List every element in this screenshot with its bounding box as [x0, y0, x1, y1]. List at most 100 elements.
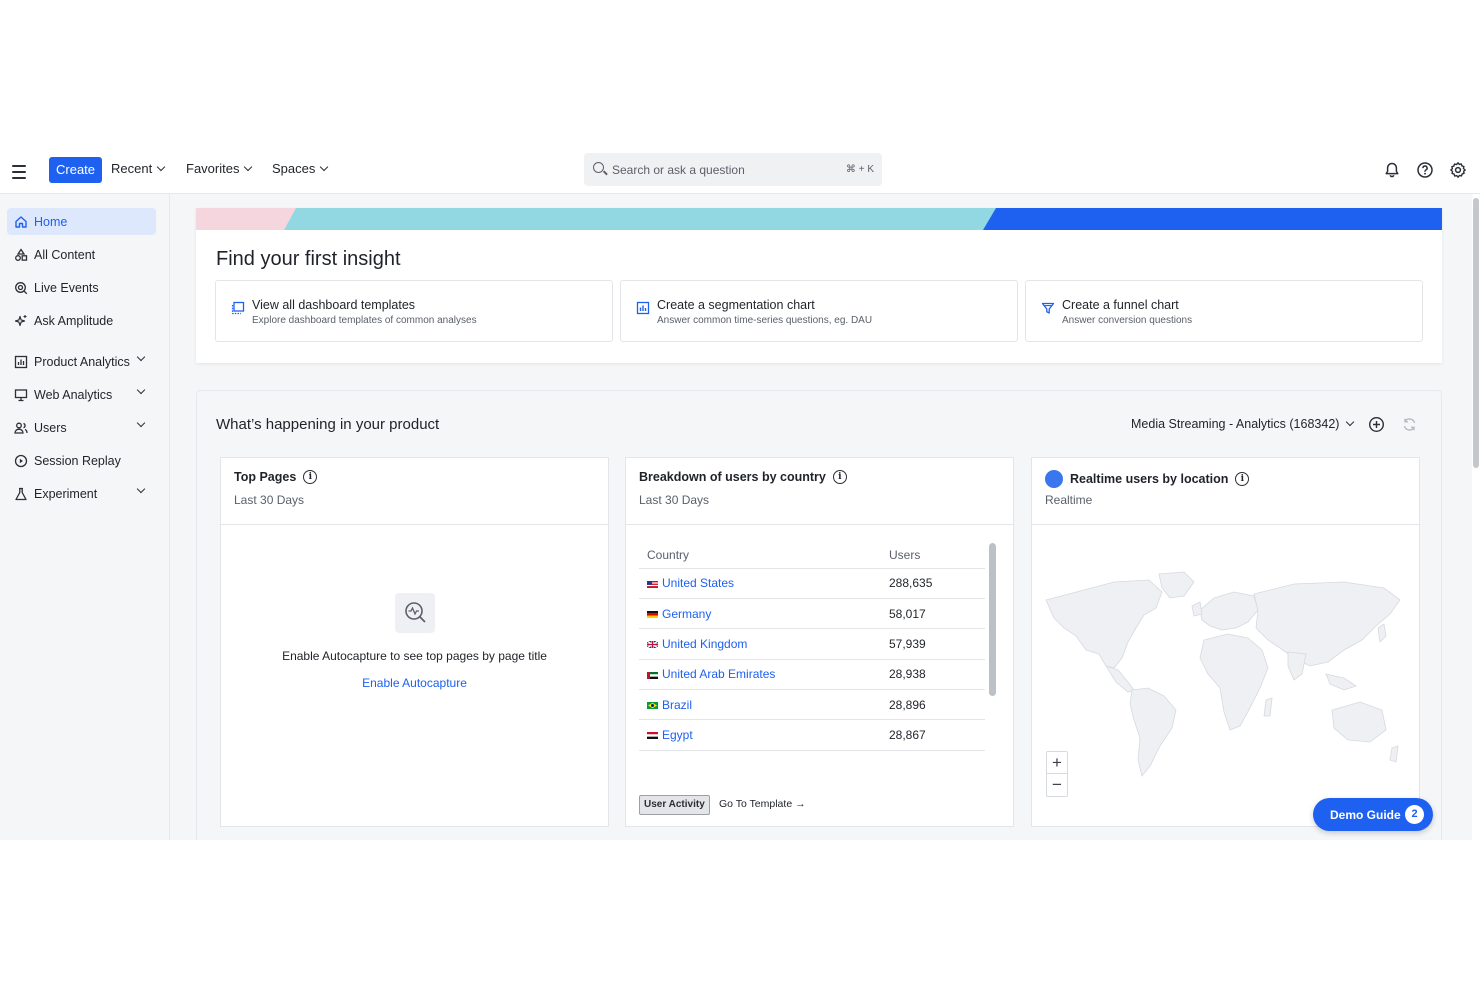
sidebar-item-label: Web Analytics	[34, 387, 113, 402]
widget-header: Realtime users by location i Realtime	[1032, 458, 1419, 525]
users-cell: 58,017	[881, 598, 985, 630]
sidebar-item-live-events[interactable]: Live Events	[7, 274, 156, 301]
sidebar-item-session-replay[interactable]: Session Replay	[7, 447, 156, 474]
funnel-chart-card[interactable]: Create a funnel chart Answer conversion …	[1025, 280, 1423, 342]
country-cell[interactable]: United States	[639, 568, 881, 599]
spaces-menu-label: Spaces	[272, 161, 316, 176]
sidebar-item-label: Experiment	[34, 486, 98, 501]
recent-menu[interactable]: Recent	[111, 161, 166, 176]
country-cell[interactable]: United Kingdom	[639, 628, 881, 660]
card-title: Create a segmentation chart	[657, 298, 815, 312]
spaces-menu[interactable]: Spaces	[272, 161, 329, 176]
sidebar-item-all-content[interactable]: All Content	[7, 241, 156, 268]
top-bar: Create Recent Favorites Spaces Search or…	[0, 152, 1480, 194]
realtime-location-widget: Realtime users by location i Realtime + …	[1031, 457, 1420, 827]
page-scrollbar[interactable]	[1472, 194, 1480, 840]
home-icon	[13, 214, 28, 229]
users-cell: 28,896	[881, 689, 985, 721]
country-cell[interactable]: Egypt	[639, 719, 881, 751]
flag-us-icon	[647, 580, 658, 588]
sidebar-item-label: Live Events	[34, 280, 99, 295]
chevron-down-icon	[1346, 417, 1355, 427]
widget-title: Breakdown of users by country i	[639, 470, 847, 484]
banner-stripe	[196, 208, 1442, 230]
widget-subtitle: Last 30 Days	[639, 493, 710, 507]
table-header-row: Country Users	[639, 543, 985, 569]
sidebar-item-web-analytics[interactable]: Web Analytics	[7, 381, 156, 408]
country-name: Brazil	[662, 697, 693, 712]
country-cell[interactable]: Brazil	[639, 689, 881, 721]
monitor-icon	[13, 387, 28, 402]
search-input[interactable]: Search or ask a question ⌘ + K	[584, 153, 882, 186]
chevron-down-icon	[136, 418, 146, 428]
sidebar-item-label: Product Analytics	[34, 354, 130, 369]
bell-icon[interactable]	[1383, 161, 1401, 179]
chevron-down-icon	[136, 484, 146, 494]
top-pages-widget: Top Pages i Last 30 Days Enable Autocapt…	[220, 457, 609, 827]
sidebar-item-label: Ask Amplitude	[34, 313, 114, 328]
sidebar-item-label: Users	[34, 420, 67, 435]
enable-autocapture-link[interactable]: Enable Autocapture	[221, 676, 608, 690]
menu-icon[interactable]	[12, 162, 32, 182]
table-row: United States 288,635	[639, 568, 985, 599]
table-row: Germany 58,017	[639, 598, 985, 630]
sidebar-item-experiment[interactable]: Experiment	[7, 480, 156, 507]
world-map[interactable]	[1044, 570, 1404, 785]
sparkle-icon	[13, 313, 28, 328]
country-cell[interactable]: Germany	[639, 598, 881, 630]
favorites-menu-label: Favorites	[186, 161, 240, 176]
sidebar-item-ask-amplitude[interactable]: Ask Amplitude	[7, 307, 156, 334]
segmentation-chart-card[interactable]: Create a segmentation chart Answer commo…	[620, 280, 1018, 342]
table-scrollbar[interactable]	[989, 543, 996, 696]
go-to-template-link[interactable]: Go To Template →	[719, 798, 806, 810]
chevron-down-icon	[156, 162, 166, 171]
dashboard-templates-card[interactable]: View all dashboard templates Explore das…	[215, 280, 613, 342]
refresh-icon[interactable]	[1401, 416, 1418, 433]
play-circle-icon	[13, 453, 28, 468]
info-icon[interactable]: i	[1235, 472, 1250, 486]
table-row: Brazil 28,896	[639, 689, 985, 721]
card-subtitle: Answer conversion questions	[1062, 315, 1193, 326]
zoom-out-button[interactable]: −	[1047, 774, 1067, 796]
help-icon[interactable]	[1416, 161, 1434, 179]
widget-subtitle: Realtime	[1045, 493, 1093, 507]
live-indicator-icon	[1045, 470, 1063, 488]
arrow-right-icon: →	[795, 798, 806, 810]
demo-guide-button[interactable]: Demo Guide 2	[1313, 798, 1433, 831]
country-name: Egypt	[662, 728, 693, 743]
card-subtitle: Explore dashboard templates of common an…	[252, 315, 477, 326]
sidebar-item-users[interactable]: Users	[7, 414, 156, 441]
favorites-menu[interactable]: Favorites	[186, 161, 253, 176]
sidebar-item-product-analytics[interactable]: Product Analytics	[7, 348, 156, 375]
page-scrollbar-thumb[interactable]	[1473, 198, 1479, 468]
sidebar-item-label: Session Replay	[34, 453, 121, 468]
app-window: Create Recent Favorites Spaces Search or…	[0, 152, 1480, 840]
card-title: Create a funnel chart	[1062, 298, 1179, 312]
widget-title: Realtime users by location i	[1045, 470, 1250, 488]
users-icon	[13, 420, 28, 435]
shapes-icon	[13, 247, 28, 262]
table-row: United Kingdom 57,939	[639, 628, 985, 660]
info-icon[interactable]: i	[832, 470, 847, 484]
country-name: United Kingdom	[662, 636, 748, 651]
country-cell[interactable]: United Arab Emirates	[639, 659, 881, 691]
flask-icon	[13, 486, 28, 501]
project-select[interactable]: Media Streaming - Analytics (168342)	[1131, 417, 1355, 431]
add-icon[interactable]	[1368, 416, 1385, 433]
sidebar: Home All Content Live Events Ask Amplitu…	[0, 194, 170, 840]
create-button[interactable]: Create	[49, 157, 103, 183]
user-activity-chip[interactable]: User Activity	[639, 795, 710, 815]
sidebar-item-home[interactable]: Home	[7, 208, 156, 235]
zoom-in-button[interactable]: +	[1047, 752, 1067, 774]
widget-title-text: Top Pages	[234, 470, 297, 484]
widget-title-text: Realtime users by location	[1070, 472, 1229, 486]
insight-title: Find your first insight	[216, 248, 401, 270]
users-cell: 28,867	[881, 719, 985, 751]
bar-chart-icon	[13, 354, 28, 369]
info-icon[interactable]: i	[303, 470, 318, 484]
section-title: What’s happening in your product	[216, 416, 440, 433]
funnel-icon	[1041, 302, 1055, 314]
widget-title: Top Pages i	[234, 470, 318, 484]
gear-icon[interactable]	[1449, 161, 1467, 179]
chevron-down-icon	[136, 385, 146, 395]
